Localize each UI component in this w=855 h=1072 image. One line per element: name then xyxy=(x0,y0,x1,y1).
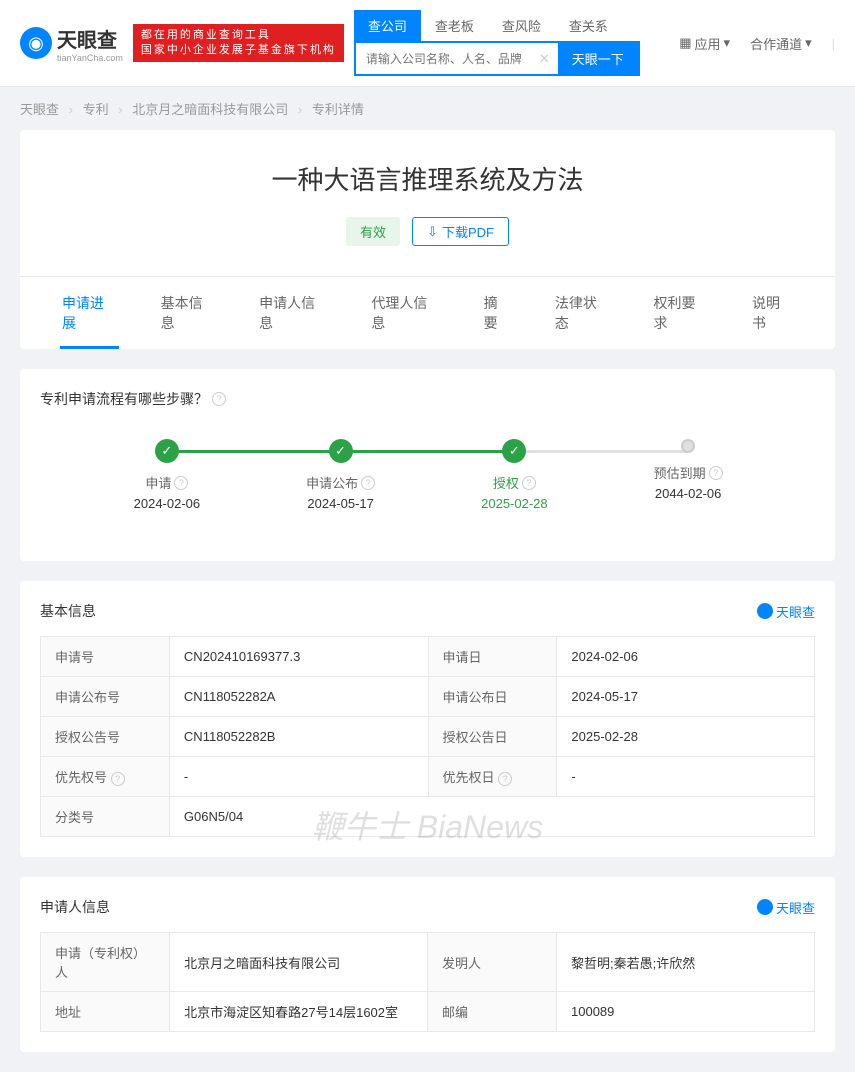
check-icon: ✓ xyxy=(502,439,526,463)
progress-section-title: 专利申请流程有哪些步骤？ ? xyxy=(40,389,815,409)
download-pdf-button[interactable]: ⇩ 下载PDF xyxy=(412,217,509,246)
search-input[interactable] xyxy=(356,43,531,74)
brand-watermark: 天眼查 xyxy=(757,602,815,621)
search-button[interactable]: 天眼一下 xyxy=(558,43,638,74)
dot-icon xyxy=(681,439,695,453)
progress-timeline: ✓ 申请? 2024-02-06 ✓ 申请公布? 2024-05-17 ✓ 授权… xyxy=(80,439,775,511)
help-icon[interactable]: ? xyxy=(212,392,226,406)
applicant-company-link[interactable]: 北京月之暗面科技有限公司 xyxy=(170,933,428,992)
basic-info-title: 基本信息 xyxy=(40,601,96,621)
brand-watermark: 天眼查 xyxy=(757,898,815,917)
divider: | xyxy=(832,36,835,51)
breadcrumb-current: 专利详情 xyxy=(312,102,364,117)
nav-apps[interactable]: ▦ 应用 ▾ xyxy=(679,34,730,53)
tab-abstract[interactable]: 摘要 xyxy=(462,277,533,349)
tab-agent[interactable]: 代理人信息 xyxy=(349,277,461,349)
classification-link[interactable]: G06N5/04 xyxy=(169,797,814,837)
tab-progress[interactable]: 申请进展 xyxy=(40,277,139,349)
basic-info-table: 申请号CN202410169377.3申请日2024-02-06 申请公布号CN… xyxy=(40,636,815,837)
logo-subtitle: tianYanCha.com xyxy=(57,53,123,63)
breadcrumb-company[interactable]: 北京月之暗面科技有限公司 xyxy=(132,102,288,117)
promo-badge: 都在用的商业查询工具 国家中小企业发展子基金旗下机构 xyxy=(133,24,344,63)
tab-claims[interactable]: 权利要求 xyxy=(631,277,730,349)
applicant-info-table: 申请（专利权）人北京月之暗面科技有限公司发明人黎哲明;秦若愚;许欣然 地址北京市… xyxy=(40,932,815,1032)
tab-spec[interactable]: 说明书 xyxy=(730,277,815,349)
tab-legal[interactable]: 法律状态 xyxy=(533,277,632,349)
table-row: 申请（专利权）人北京月之暗面科技有限公司发明人黎哲明;秦若愚;许欣然 xyxy=(41,933,815,992)
check-icon: ✓ xyxy=(329,439,353,463)
breadcrumb-home[interactable]: 天眼查 xyxy=(20,102,59,117)
help-icon[interactable]: ? xyxy=(174,476,188,490)
help-icon[interactable]: ? xyxy=(498,772,512,786)
grid-icon: ▦ xyxy=(679,35,691,51)
status-badge: 有效 xyxy=(346,217,400,246)
breadcrumb: 天眼查 › 专利 › 北京月之暗面科技有限公司 › 专利详情 xyxy=(0,87,855,130)
page-title: 一种大语言推理系统及方法 xyxy=(20,160,835,197)
help-icon[interactable]: ? xyxy=(111,772,125,786)
logo[interactable]: ◉ 天眼查 tianYanCha.com xyxy=(20,24,123,63)
table-row: 分类号G06N5/04 xyxy=(41,797,815,837)
table-row: 优先权号 ?-优先权日 ?- xyxy=(41,757,815,797)
clear-icon[interactable]: ✕ xyxy=(531,43,558,74)
nav-partner[interactable]: 合作通道 ▾ xyxy=(750,34,812,53)
applicant-info-title: 申请人信息 xyxy=(40,897,110,917)
table-row: 授权公告号CN118052282B授权公告日2025-02-28 xyxy=(41,717,815,757)
table-row: 申请号CN202410169377.3申请日2024-02-06 xyxy=(41,637,815,677)
table-row: 地址北京市海淀区知春路27号14层1602室邮编100089 xyxy=(41,992,815,1032)
table-row: 申请公布号CN118052282A申请公布日2024-05-17 xyxy=(41,677,815,717)
tab-boss[interactable]: 查老板 xyxy=(421,10,488,41)
help-icon[interactable]: ? xyxy=(709,466,723,480)
tab-company[interactable]: 查公司 xyxy=(354,10,421,41)
chevron-down-icon: ▾ xyxy=(805,35,812,51)
chevron-down-icon: ▾ xyxy=(724,35,731,51)
check-icon: ✓ xyxy=(155,439,179,463)
tab-basic[interactable]: 基本信息 xyxy=(139,277,238,349)
search-category-tabs: 查公司 查老板 查风险 查关系 xyxy=(354,10,640,41)
tab-relation[interactable]: 查关系 xyxy=(555,10,622,41)
breadcrumb-patent[interactable]: 专利 xyxy=(83,102,109,117)
timeline-step-apply: ✓ 申请? 2024-02-06 xyxy=(80,439,254,511)
content-tabs: 申请进展 基本信息 申请人信息 代理人信息 摘要 法律状态 权利要求 说明书 xyxy=(20,276,835,349)
logo-text: 天眼查 xyxy=(57,24,123,53)
download-icon: ⇩ xyxy=(427,224,438,240)
tab-risk[interactable]: 查风险 xyxy=(488,10,555,41)
logo-icon: ◉ xyxy=(20,27,52,59)
search-bar: ✕ 天眼一下 xyxy=(354,41,640,76)
help-icon[interactable]: ? xyxy=(522,476,536,490)
logo-icon xyxy=(757,603,773,619)
help-icon[interactable]: ? xyxy=(361,476,375,490)
logo-icon xyxy=(757,899,773,915)
tab-applicant[interactable]: 申请人信息 xyxy=(237,277,349,349)
